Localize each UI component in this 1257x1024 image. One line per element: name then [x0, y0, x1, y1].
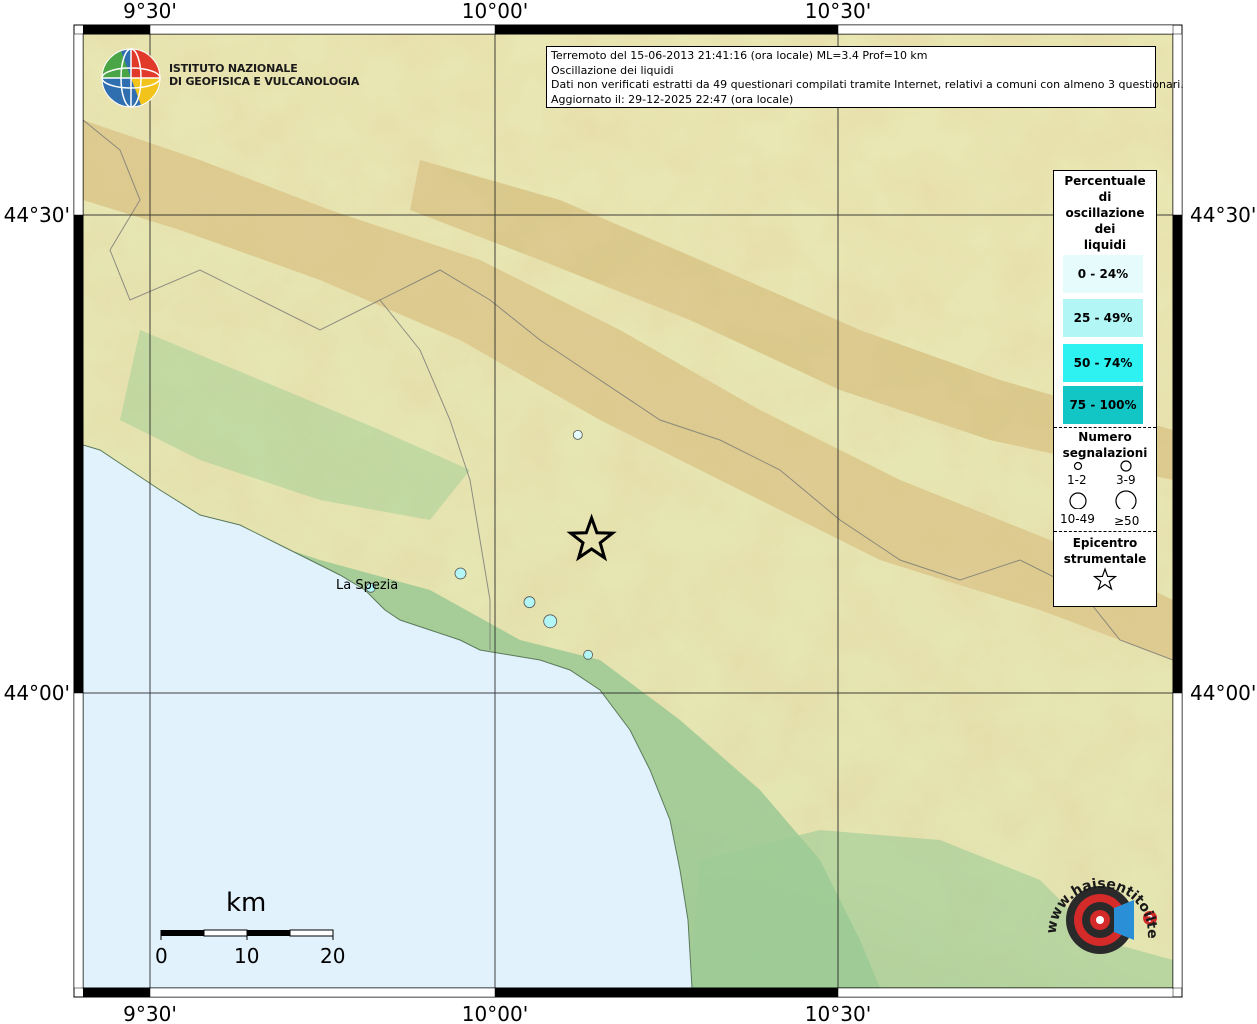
- legend-circle-1-2: [1073, 461, 1083, 471]
- logo-line-2: DI GEOFISICA E VULCANOLOGIA: [169, 75, 360, 88]
- scale-unit: km: [226, 888, 267, 918]
- lon-tick-top-3: 10°30': [805, 0, 871, 23]
- legend-count-1-2: 1-2: [1067, 473, 1087, 487]
- legend-class-25-49: 25 - 49%: [1063, 299, 1143, 337]
- legend-circle-10-49: [1069, 492, 1087, 509]
- legend-circle-50: [1115, 490, 1137, 509]
- event-info-line-3: Dati non verificati estratti da 49 quest…: [551, 78, 1184, 91]
- lon-tick-bottom-3: 10°30': [805, 1002, 871, 1024]
- lon-tick-bottom-2: 10°00': [462, 1002, 528, 1024]
- locality-marker-4[interactable]: [543, 614, 558, 629]
- terrain-layer: [83, 34, 1173, 988]
- legend-class-75-100: 75 - 100%: [1063, 386, 1143, 424]
- legend-class-0-24: 0 - 24%: [1063, 255, 1143, 293]
- haisentito-target-icon: ? www.haisentitoilterremoto.it: [1031, 852, 1160, 954]
- legend-separator-1: [1054, 427, 1156, 428]
- lat-tick-left-1: 44°30': [4, 203, 70, 227]
- legend-count-title-1: Numero: [1078, 430, 1132, 444]
- locality-marker-3[interactable]: [523, 596, 536, 609]
- lon-tick-top-1: 9°30': [123, 0, 177, 23]
- locality-marker-1[interactable]: [572, 429, 583, 440]
- legend-pct-title-5: liquidi: [1083, 238, 1127, 252]
- event-info-line-2: Oscillazione dei liquidi: [551, 63, 674, 77]
- event-info-box: Terremoto del 15-06-2013 21:41:16 (ora l…: [546, 46, 1184, 108]
- legend-pct-title-3: oscillazione: [1065, 206, 1145, 220]
- city-label-la-spezia: La Spezia: [336, 578, 399, 593]
- locality-marker-5[interactable]: [583, 649, 593, 660]
- legend-pct-title-1: Percentuale: [1064, 174, 1146, 188]
- scale-label-20: 20: [320, 944, 346, 968]
- ingv-logo-text: ISTITUTO NAZIONALE DI GEOFISICA E VULCAN…: [169, 62, 359, 88]
- legend-pct-title-4: dei: [1094, 222, 1116, 236]
- lat-tick-right-2: 44°00': [1190, 681, 1256, 705]
- event-info-line-4: Aggiornato il: 29-12-2025 22:47 (ora loc…: [551, 92, 794, 106]
- scale-label-0: 0: [155, 944, 168, 968]
- legend-count-50: ≥50: [1114, 514, 1140, 528]
- legend-epi-title-2: strumentale: [1063, 552, 1147, 566]
- haisentito-logo[interactable]: ? www.haisentitoilterremoto.it: [1031, 852, 1166, 974]
- legend-count-10-49: 10-49: [1060, 512, 1095, 526]
- legend-pct-title-2: di: [1098, 190, 1112, 204]
- lon-tick-top-2: 10°00': [462, 0, 528, 23]
- legend: Percentuale di oscillazione dei liquidi …: [1053, 170, 1157, 607]
- event-info-line-1: Terremoto del 15-06-2013 21:41:16 (ora l…: [551, 49, 928, 62]
- lon-tick-bottom-1: 9°30': [123, 1002, 177, 1024]
- locality-marker-2[interactable]: [454, 567, 467, 580]
- scale-label-10: 10: [234, 944, 260, 968]
- legend-count-3-9: 3-9: [1116, 473, 1136, 487]
- lat-tick-right-1: 44°30': [1190, 203, 1256, 227]
- ingv-logo-icon: [101, 48, 161, 108]
- legend-separator-2: [1054, 531, 1156, 532]
- legend-star-icon: [1092, 567, 1118, 591]
- legend-class-50-74: 50 - 74%: [1063, 344, 1143, 382]
- legend-circle-3-9: [1120, 460, 1132, 472]
- lat-tick-left-2: 44°00': [4, 681, 70, 705]
- logo-line-1: ISTITUTO NAZIONALE: [169, 62, 298, 75]
- legend-epi-title-1: Epicentro: [1072, 536, 1138, 550]
